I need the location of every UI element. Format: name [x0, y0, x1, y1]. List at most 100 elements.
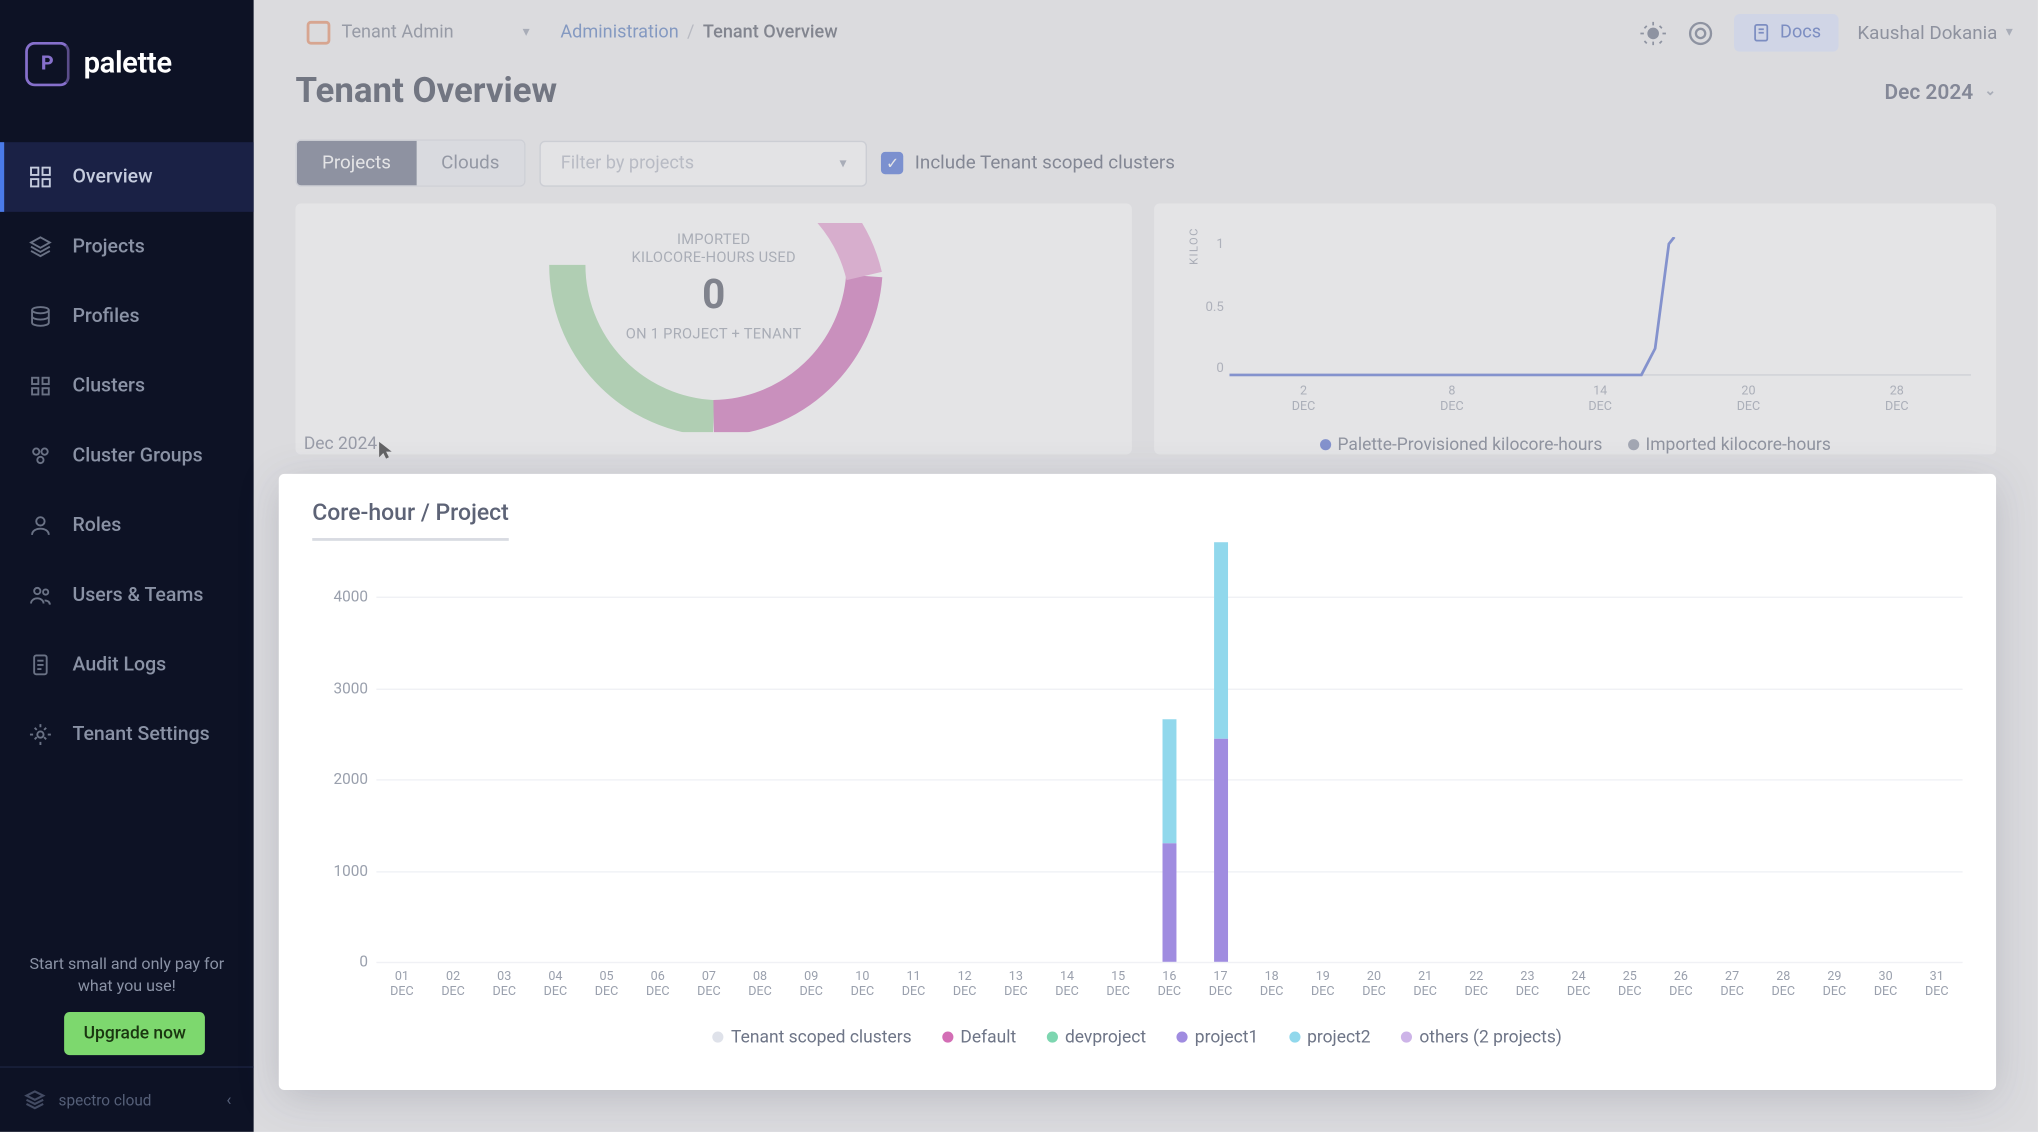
donut-value: 0	[526, 272, 902, 319]
sidebar-item-cluster-groups[interactable]: Cluster Groups	[0, 421, 254, 491]
x-tick: 09DEC	[786, 970, 837, 1001]
x-tick: 13DEC	[990, 970, 1041, 1001]
topbar: Tenant Admin ▾ Administration / Tenant O…	[254, 0, 2038, 52]
nav-label: Overview	[72, 166, 152, 188]
sidebar-item-overview[interactable]: Overview	[0, 142, 254, 212]
dashboard-icon	[28, 164, 53, 189]
x-tick: 07DEC	[683, 970, 734, 1001]
mini-line-chart	[1229, 237, 1971, 376]
stack-icon	[28, 304, 53, 329]
brand-logo: P palette	[0, 0, 254, 142]
nav-label: Projects	[72, 236, 144, 258]
filter-projects-dropdown[interactable]: Filter by projects ▾	[540, 140, 868, 186]
nav-label: Roles	[72, 514, 121, 536]
trend-card: KILOC 10.50 2DEC8DEC14DEC20DEC28DEC Pale…	[1154, 204, 1996, 455]
include-tenant-checkbox[interactable]: ✓ Include Tenant scoped clusters	[881, 152, 1175, 174]
x-tick: 26DEC	[1655, 970, 1706, 1001]
bug-icon[interactable]	[1639, 19, 1667, 47]
upgrade-hint: Start small and only pay for what you us…	[20, 952, 235, 998]
x-tick: 02DEC	[428, 970, 479, 1001]
nav-label: Users & Teams	[72, 584, 203, 606]
document-icon	[28, 652, 53, 677]
legend-item[interactable]: devproject	[1047, 1027, 1146, 1048]
x-tick: 20DEC	[1348, 970, 1399, 1001]
x-tick: 12DEC	[939, 970, 990, 1001]
x-tick: 23DEC	[1502, 970, 1553, 1001]
x-tick: 24DEC	[1553, 970, 1604, 1001]
legend-item[interactable]: Palette-Provisioned kilocore-hours	[1319, 434, 1602, 455]
grid-icon	[28, 374, 53, 399]
legend-item[interactable]: others (2 projects)	[1401, 1027, 1562, 1048]
x-tick: 03DEC	[479, 970, 530, 1001]
date-selector[interactable]: Dec 2024 ⌄	[1884, 79, 1996, 104]
legend-item[interactable]: Imported kilocore-hours	[1627, 434, 1830, 455]
user-menu[interactable]: Kaushal Dokania ▾	[1857, 22, 2012, 44]
breadcrumb-current: Tenant Overview	[703, 22, 838, 43]
sidebar-item-users-teams[interactable]: Users & Teams	[0, 560, 254, 630]
people-icon	[28, 583, 53, 608]
donut-line1: IMPORTED	[526, 230, 902, 248]
layers-icon	[28, 234, 53, 259]
sidebar-item-clusters[interactable]: Clusters	[0, 351, 254, 421]
sidebar-item-profiles[interactable]: Profiles	[0, 282, 254, 352]
tab-clouds[interactable]: Clouds	[416, 141, 524, 186]
nav-label: Clusters	[72, 375, 145, 397]
nav-label: Audit Logs	[72, 654, 166, 676]
groups-icon	[28, 443, 53, 468]
filter-bar: Projects Clouds Filter by projects ▾ ✓ I…	[254, 128, 2038, 203]
breadcrumb-link[interactable]: Administration	[560, 22, 678, 43]
donut-line2: KILOCORE-HOURS USED	[526, 248, 902, 266]
nav-label: Tenant Settings	[72, 723, 209, 745]
breadcrumb: Administration / Tenant Overview	[560, 22, 837, 43]
tenant-dropdown[interactable]: Tenant Admin ▾	[293, 14, 544, 52]
docs-button[interactable]: Docs	[1734, 14, 1838, 52]
legend-item[interactable]: project1	[1177, 1027, 1259, 1048]
x-tick: 30DEC	[1860, 970, 1911, 1001]
sidebar-item-roles[interactable]: Roles	[0, 491, 254, 561]
x-tick: 29DEC	[1809, 970, 1860, 1001]
nav-label: Profiles	[72, 305, 139, 327]
x-tick: 05DEC	[581, 970, 632, 1001]
checkbox-checked-icon: ✓	[881, 152, 903, 174]
upgrade-button[interactable]: Upgrade now	[64, 1012, 205, 1055]
x-tick: 10DEC	[837, 970, 888, 1001]
bar-chart: 01000200030004000	[376, 597, 1962, 962]
sidebar-footer-brand[interactable]: spectro cloud ‹	[0, 1066, 254, 1132]
document-icon	[1751, 22, 1772, 43]
sidebar-item-audit-logs[interactable]: Audit Logs	[0, 630, 254, 700]
logo-icon: P	[25, 42, 70, 87]
tenant-icon	[307, 21, 331, 45]
chevron-down-icon: ▾	[2006, 25, 2013, 40]
chevron-down-icon: ▾	[839, 155, 846, 170]
usage-donut-card: IMPORTED KILOCORE-HOURS USED 0 ON 1 PROJ…	[296, 204, 1132, 455]
donut-footnote: Dec 2024	[304, 434, 377, 455]
target-icon[interactable]	[1687, 19, 1715, 47]
x-tick: 28DEC	[1758, 970, 1809, 1001]
x-tick: 16DEC	[1144, 970, 1195, 1001]
view-segmented: Projects Clouds	[296, 139, 526, 186]
chart-title: Core-hour / Project	[312, 500, 509, 540]
page-title: Tenant Overview	[296, 71, 558, 111]
legend-item[interactable]: Default	[942, 1027, 1016, 1048]
footer-brand-text: spectro cloud	[59, 1091, 152, 1109]
chevron-left-icon: ‹	[226, 1090, 231, 1110]
nav-label: Cluster Groups	[72, 445, 202, 467]
x-tick: 15DEC	[1093, 970, 1144, 1001]
x-tick: 21DEC	[1400, 970, 1451, 1001]
legend-item[interactable]: project2	[1289, 1027, 1371, 1048]
chevron-down-icon: ▾	[523, 25, 530, 40]
tab-projects[interactable]: Projects	[297, 141, 416, 186]
x-tick: 27DEC	[1707, 970, 1758, 1001]
donut-sub: ON 1 PROJECT + TENANT	[526, 325, 902, 343]
x-tick: 18DEC	[1246, 970, 1297, 1001]
sidebar-item-projects[interactable]: Projects	[0, 212, 254, 282]
core-hour-chart-card: Core-hour / Project 01000200030004000 01…	[279, 474, 1996, 1090]
legend-item[interactable]: Tenant scoped clusters	[713, 1027, 912, 1048]
x-tick: 04DEC	[530, 970, 581, 1001]
sidebar-item-tenant-settings[interactable]: Tenant Settings	[0, 700, 254, 770]
x-tick: 31DEC	[1911, 970, 1962, 1001]
x-tick: 01DEC	[376, 970, 427, 1001]
cloud-icon	[22, 1087, 47, 1112]
person-icon	[28, 513, 53, 538]
cursor-icon	[378, 440, 395, 460]
